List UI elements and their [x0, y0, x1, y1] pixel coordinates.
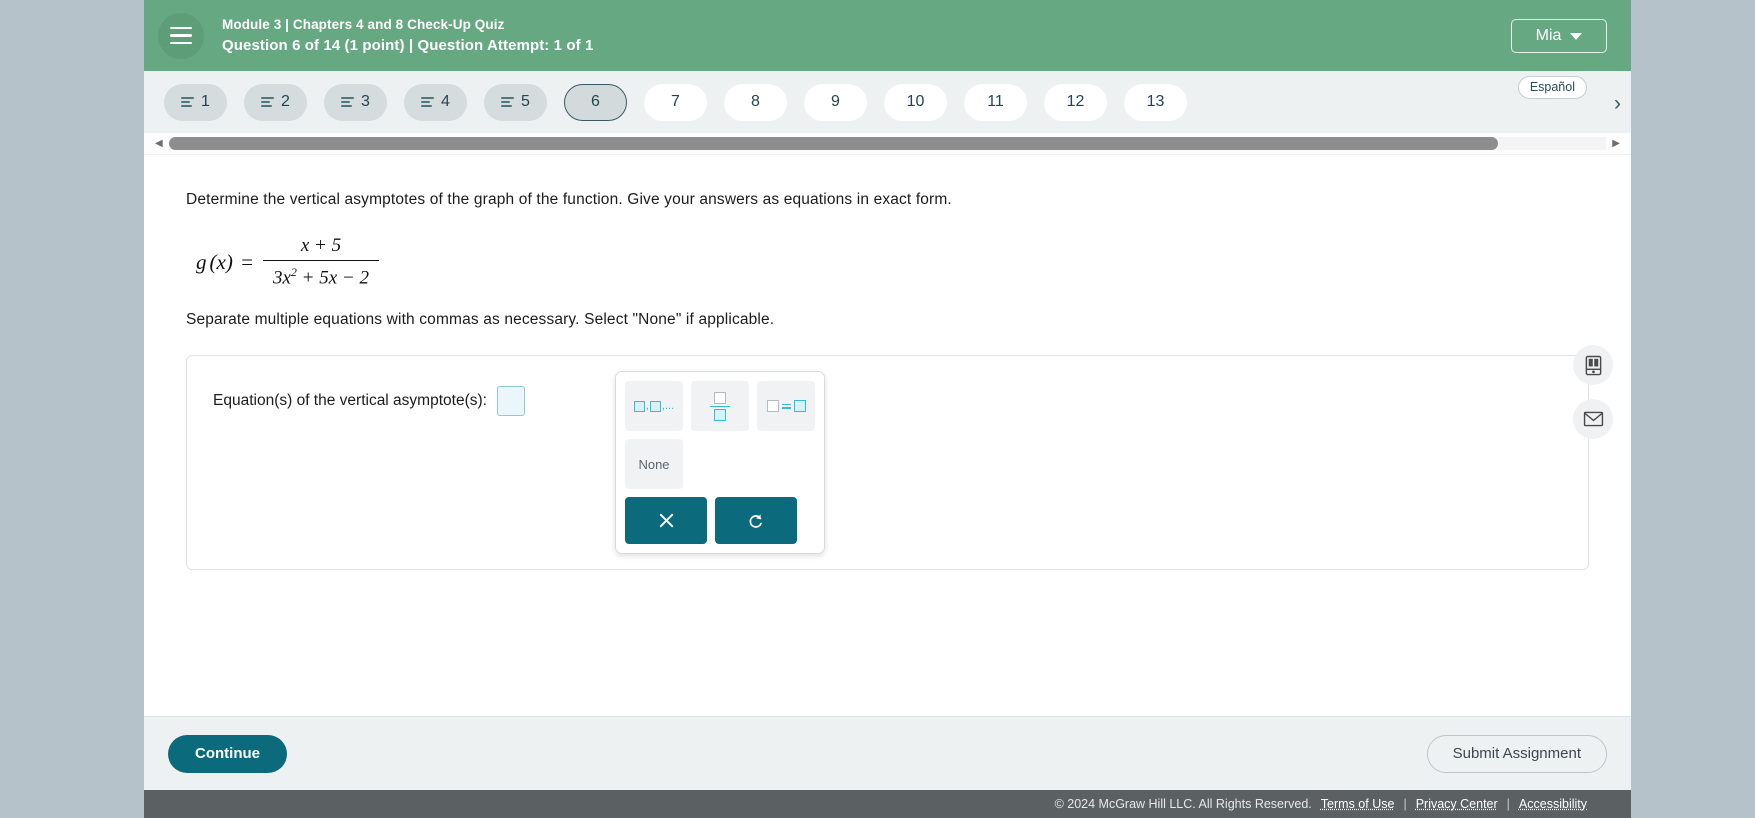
question-pill-10[interactable]: 10 [884, 83, 947, 121]
terms-of-use-link[interactable]: Terms of Use [1321, 797, 1395, 811]
keypad-row-templates: , ,... [625, 381, 815, 432]
user-menu-button[interactable]: Mia [1511, 19, 1607, 53]
chevron-right-icon[interactable]: › [1614, 93, 1621, 114]
question-pill-1[interactable]: 1 [164, 83, 227, 121]
question-pill-12[interactable]: 12 [1044, 83, 1107, 121]
comma-list-template-icon[interactable]: , ,... [625, 381, 683, 432]
fraction-numerator: x + 5 [300, 235, 342, 256]
keypad-row-actions [625, 497, 815, 545]
answered-lines-icon [421, 97, 435, 107]
legal-footer: © 2024 McGraw Hill LLC. All Rights Reser… [144, 790, 1631, 818]
footer-separator: | [1403, 797, 1407, 811]
submit-assignment-button[interactable]: Submit Assignment [1426, 734, 1607, 773]
chevron-down-icon [1570, 32, 1583, 40]
question-pill-label: 5 [521, 93, 530, 110]
question-prompt: Determine the vertical asymptotes of the… [186, 191, 952, 208]
book-reference-icon[interactable] [1573, 345, 1613, 385]
function-variable: (x) [209, 249, 233, 274]
question-pill-label: 12 [1066, 93, 1085, 110]
question-nav-strip[interactable]: 1 2 3 4 5 6 7 8 9 10 11 12 13 Español › [144, 71, 1631, 133]
action-bar: Continue Submit Assignment [144, 716, 1631, 790]
question-subprompt: Separate multiple equations with commas … [186, 311, 775, 329]
question-pill-label: 3 [361, 93, 370, 110]
question-content: Determine the vertical asymptotes of the… [144, 155, 1631, 725]
rational-fraction: x + 5 3x2 + 5x − 2 [262, 235, 379, 289]
answered-lines-icon [501, 97, 515, 107]
question-pill-13[interactable]: 13 [1124, 83, 1187, 121]
copyright-text: © 2024 McGraw Hill LLC. All Rights Reser… [1054, 797, 1312, 811]
question-pill-6-current[interactable]: 6 [564, 83, 627, 121]
answered-lines-icon [341, 97, 355, 107]
keypad-row-none: None [625, 439, 815, 490]
question-pill-3[interactable]: 3 [324, 83, 387, 121]
scrollbar-track[interactable] [168, 137, 1607, 150]
question-status: Question 6 of 14 (1 point) | Question At… [222, 37, 594, 54]
app-header: Module 3 | Chapters 4 and 8 Check-Up Qui… [144, 0, 1631, 71]
caret-left-icon[interactable]: ◀ [152, 138, 166, 149]
question-pill-11[interactable]: 11 [964, 83, 1027, 121]
question-pill-4[interactable]: 4 [404, 83, 467, 121]
function-name: g [196, 249, 207, 274]
hamburger-bar [170, 41, 192, 45]
scrollbar-thumb[interactable] [168, 137, 1499, 150]
answered-lines-icon [261, 97, 275, 107]
footer-separator: | [1506, 797, 1510, 811]
undo-button[interactable] [715, 497, 797, 545]
course-title: Module 3 | Chapters 4 and 8 Check-Up Qui… [222, 17, 505, 32]
question-pill-label: 4 [441, 93, 450, 110]
clear-button[interactable] [625, 497, 707, 545]
caret-right-icon[interactable]: ▶ [1609, 138, 1623, 149]
question-pill-label: 1 [201, 93, 210, 110]
privacy-center-link[interactable]: Privacy Center [1416, 797, 1498, 811]
question-pill-8[interactable]: 8 [724, 83, 787, 121]
close-x-icon [659, 514, 673, 528]
question-pill-label: 11 [987, 93, 1004, 110]
accessibility-link[interactable]: Accessibility [1519, 797, 1587, 811]
question-pill-label: 10 [906, 93, 925, 110]
question-pill-2[interactable]: 2 [244, 83, 307, 121]
horizontal-scrollbar[interactable]: ◀ ▶ [144, 133, 1631, 155]
question-pill-label: 6 [591, 93, 600, 110]
denominator-term-a: 3x [272, 267, 291, 289]
envelope-icon[interactable] [1573, 399, 1613, 439]
answer-label: Equation(s) of the vertical asymptote(s)… [213, 392, 487, 410]
equation-template-icon[interactable] [757, 381, 815, 432]
question-pill-label: 2 [281, 93, 290, 110]
question-pill-label: 13 [1146, 93, 1165, 110]
undo-arrow-icon [749, 514, 762, 528]
espanol-toggle[interactable]: Español [1517, 76, 1587, 99]
question-pill-9[interactable]: 9 [804, 83, 867, 121]
hamburger-bar [170, 34, 192, 37]
quiz-page-frame: Module 3 | Chapters 4 and 8 Check-Up Qui… [144, 0, 1631, 818]
function-expression: g (x) = x + 5 3x2 + 5x − 2 [196, 235, 1631, 289]
question-pill-5[interactable]: 5 [484, 83, 547, 121]
fraction-template-icon[interactable] [691, 381, 749, 432]
answer-input[interactable] [496, 386, 525, 417]
answer-card: Equation(s) of the vertical asymptote(s)… [186, 355, 1589, 571]
question-pill-label: 7 [671, 93, 680, 110]
hamburger-bar [170, 26, 192, 30]
fraction-denominator: 3x2 + 5x − 2 [262, 260, 379, 289]
equals-sign: = [239, 249, 254, 274]
question-pill-label: 8 [751, 93, 760, 110]
continue-button[interactable]: Continue [168, 734, 287, 773]
question-pill-7[interactable]: 7 [644, 83, 707, 121]
header-titles: Module 3 | Chapters 4 and 8 Check-Up Qui… [222, 17, 593, 54]
hamburger-icon[interactable] [158, 12, 204, 59]
tool-rail [1573, 345, 1613, 439]
denominator-term-b: + 5x − 2 [296, 267, 369, 289]
answered-lines-icon [181, 97, 195, 107]
answer-row: Equation(s) of the vertical asymptote(s)… [213, 386, 525, 417]
none-button[interactable]: None [625, 439, 683, 490]
question-pill-label: 9 [831, 93, 840, 110]
math-keypad-panel[interactable]: , ,... None [615, 371, 825, 555]
user-name-label: Mia [1535, 27, 1562, 44]
